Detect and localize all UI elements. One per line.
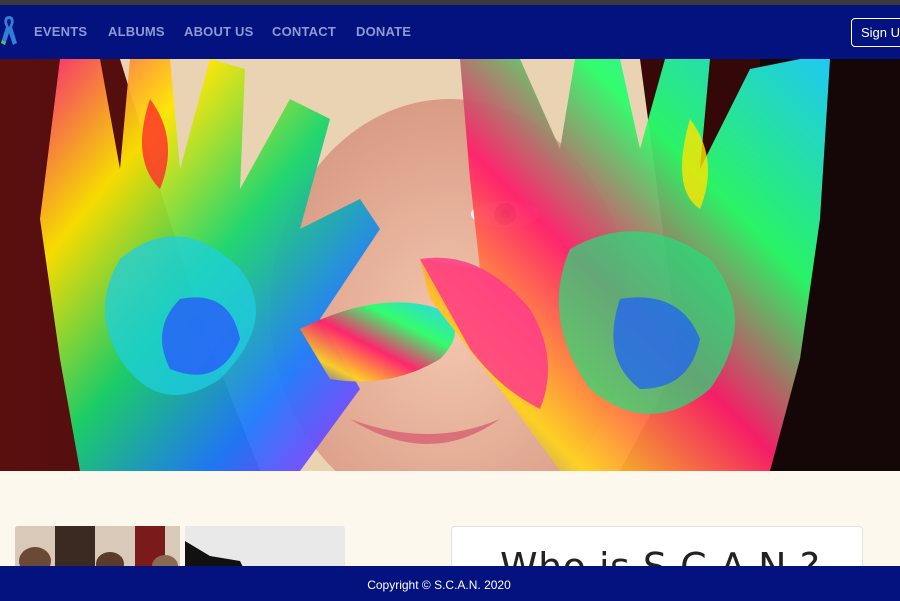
awareness-ribbon-icon[interactable] [0,13,18,51]
gallery-photo-1[interactable] [15,526,180,566]
gallery-photo-2[interactable] [185,526,345,566]
about-card: Who is S.C.A.N.? [451,526,863,566]
nav-donate-link[interactable]: DONATE [356,24,411,39]
nav-about-us-link[interactable]: ABOUT US [184,24,254,39]
hero-painted-hands-image [0,59,900,471]
copyright-text: Copyright © S.C.A.N. 2020 [367,578,511,592]
main-navbar: EVENTS ALBUMS ABOUT US CONTACT DONATE Si… [0,5,900,59]
nav-albums-link[interactable]: ALBUMS [108,24,165,39]
photo-1-image [15,526,180,566]
nav-contact-link[interactable]: CONTACT [272,24,336,39]
site-footer: Copyright © S.C.A.N. 2020 [0,566,900,601]
about-card-title: Who is S.C.A.N.? [500,545,820,566]
nav-events-link[interactable]: EVENTS [34,24,87,39]
content-section: Who is S.C.A.N.? [0,471,900,566]
sign-up-button[interactable]: Sign Up [851,18,900,47]
photo-2-image [185,526,345,566]
hero-image [0,59,900,471]
